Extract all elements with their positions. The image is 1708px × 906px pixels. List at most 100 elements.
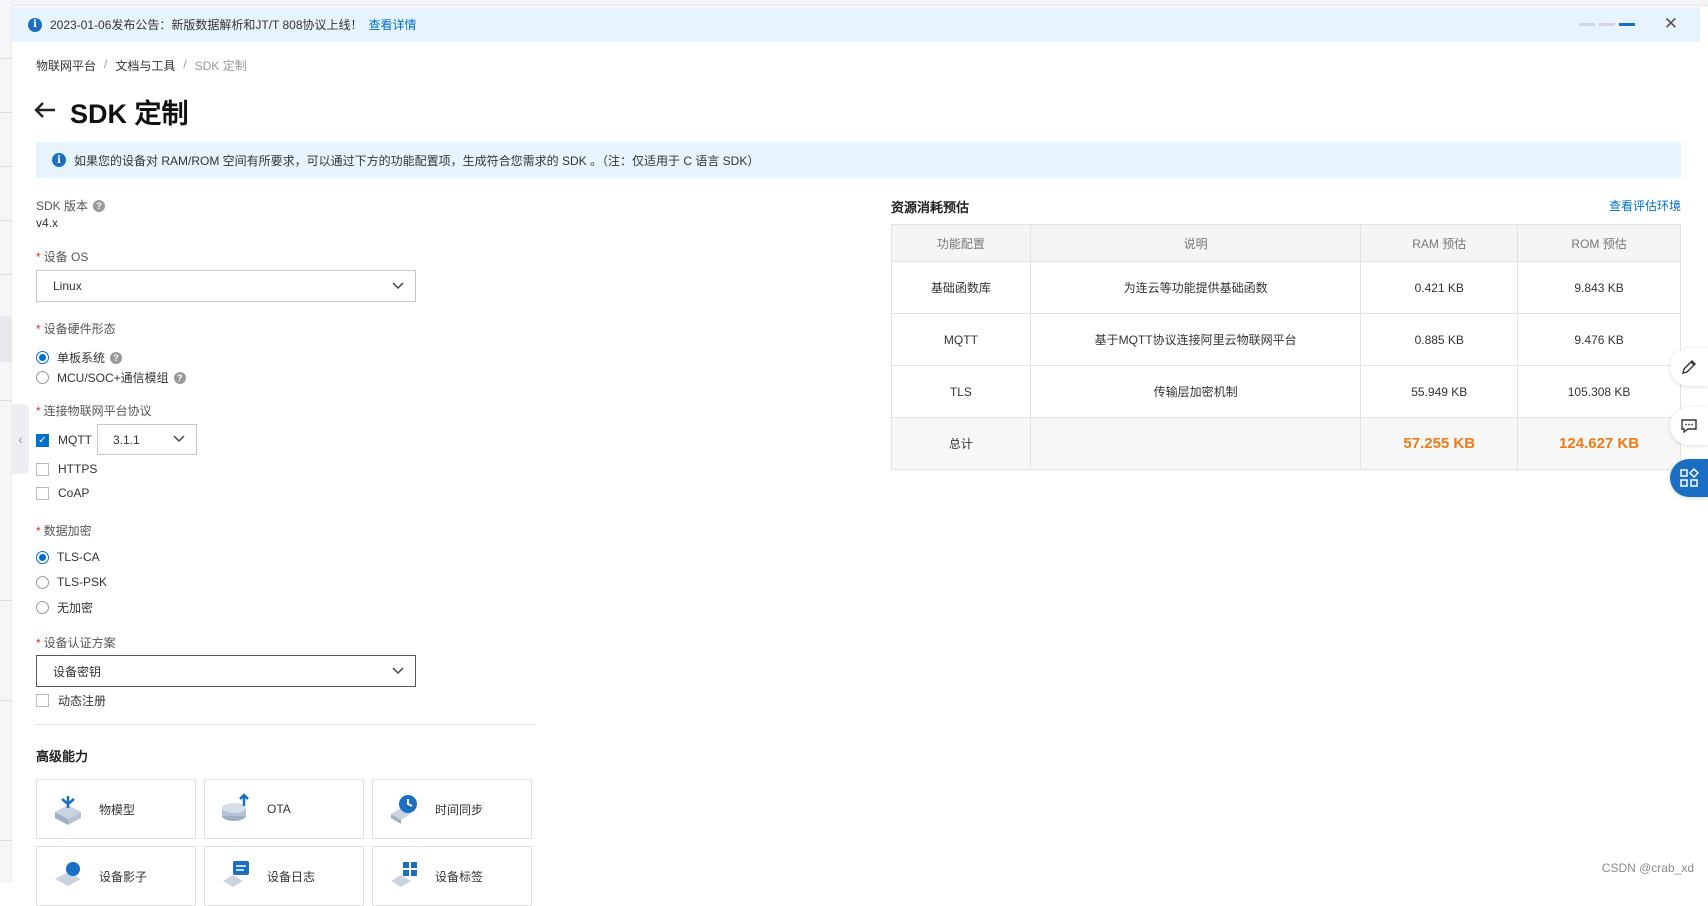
table-cell: 55.949 KB — [1360, 365, 1519, 418]
notice-text: 2023-01-06发布公告：新版数据解析和JT/T 808协议上线！ — [50, 18, 363, 32]
radio-label: 单板系统 — [57, 351, 106, 365]
protocol-https-checkbox[interactable]: HTTPS — [36, 462, 97, 476]
required-mark: * — [36, 249, 41, 264]
encrypt-option-tls-ca[interactable]: TLS-CA — [36, 550, 100, 564]
checkbox-unchecked[interactable] — [36, 486, 49, 500]
table-cell: 0.421 KB — [1360, 261, 1519, 314]
table-cell: 传输层加密机制 — [1029, 365, 1362, 418]
encrypt-option-tls-psk[interactable]: TLS-PSK — [36, 575, 107, 589]
card-device-shadow[interactable]: 设备影子 — [36, 846, 196, 906]
close-icon[interactable]: ✕ — [1664, 14, 1678, 34]
help-icon[interactable]: ? — [173, 371, 186, 384]
notice-page-dot[interactable] — [1579, 23, 1595, 26]
protocol-label: * 连接物联网平台协议 — [36, 402, 152, 419]
apps-icon[interactable] — [1670, 459, 1708, 497]
sdk-version-value: v4.x — [36, 216, 59, 230]
encrypt-label-text: 数据加密 — [43, 524, 92, 538]
rail-active-item[interactable] — [0, 316, 12, 362]
required-mark: * — [36, 403, 41, 418]
radio-unchecked[interactable] — [36, 575, 49, 589]
radio-label: MCU/SOC+通信模组 — [57, 371, 169, 385]
os-select-value: Linux — [53, 279, 82, 293]
breadcrumb-docs-tools[interactable]: 文档与工具 — [115, 57, 175, 74]
checkbox-label: MQTT — [58, 433, 92, 447]
chat-icon[interactable] — [1670, 407, 1708, 445]
column-header: 功能配置 — [891, 224, 1031, 262]
protocol-label-text: 连接物联网平台协议 — [43, 404, 152, 418]
edit-icon[interactable] — [1670, 348, 1708, 386]
rail-divider — [0, 166, 12, 167]
table-cell: 9.476 KB — [1517, 313, 1681, 366]
time-sync-icon — [391, 795, 417, 824]
hardware-option-single-board[interactable]: 单板系统 ? — [36, 349, 123, 366]
checkbox-label: 动态注册 — [58, 694, 107, 708]
tip-bar: i 如果您的设备对 RAM/ROM 空间有所要求，可以通过下方的功能配置项，生成… — [36, 142, 1681, 178]
checkbox-label: CoAP — [58, 486, 90, 500]
back-arrow-icon[interactable] — [34, 101, 64, 123]
left-rail — [0, 0, 12, 883]
card-ota[interactable]: OTA — [204, 779, 364, 839]
dynamic-register-checkbox[interactable]: 动态注册 — [36, 692, 106, 709]
card-device-tag[interactable]: 设备标签 — [372, 846, 532, 906]
notice-pager[interactable] — [1579, 23, 1635, 26]
radio-label: TLS-PSK — [57, 575, 108, 589]
breadcrumb: 物联网平台 / 文档与工具 / SDK 定制 — [36, 57, 247, 74]
required-mark: * — [36, 635, 41, 650]
rail-divider — [0, 112, 12, 113]
table-cell: TLS — [891, 365, 1031, 418]
protocol-coap-checkbox[interactable]: CoAP — [36, 486, 89, 500]
view-env-link[interactable]: 查看评估环境 — [1609, 197, 1681, 214]
table-cell: 基础函数库 — [891, 261, 1031, 314]
radio-label: 无加密 — [57, 601, 94, 615]
notice-page-dot-active[interactable] — [1619, 23, 1635, 26]
radio-unchecked[interactable] — [36, 371, 49, 384]
browser-top-edge — [0, 0, 1708, 6]
card-thing-model[interactable]: 物模型 — [36, 779, 196, 839]
info-icon: i — [52, 153, 66, 167]
checkbox-checked[interactable]: ✓ — [36, 433, 49, 447]
auth-select-value: 设备密钥 — [53, 664, 102, 679]
notice-details-link[interactable]: 查看详情 — [369, 16, 417, 33]
checkbox-unchecked[interactable] — [36, 462, 49, 476]
help-icon[interactable]: ? — [110, 351, 123, 364]
rail-divider — [0, 400, 12, 401]
notice-page-dot[interactable] — [1599, 23, 1615, 26]
card-label: 设备标签 — [435, 869, 484, 884]
table-header-row: 功能配置 说明 RAM 预估 ROM 预估 — [891, 224, 1681, 262]
protocol-mqtt-checkbox[interactable]: ✓ MQTT — [36, 433, 92, 447]
device-log-icon — [223, 861, 249, 887]
breadcrumb-separator: / — [183, 57, 187, 71]
required-mark: * — [36, 523, 41, 538]
card-time-sync[interactable]: 时间同步 — [372, 779, 532, 839]
hardware-option-mcu-soc[interactable]: MCU/SOC+通信模组 ? — [36, 369, 186, 386]
auth-select[interactable]: 设备密钥 — [36, 655, 416, 687]
mqtt-version-select[interactable]: 3.1.1 — [97, 424, 197, 455]
card-label: OTA — [267, 802, 291, 816]
help-icon[interactable]: ? — [93, 199, 106, 212]
card-device-log[interactable]: 设备日志 — [204, 846, 364, 906]
rail-divider — [0, 700, 12, 701]
tip-text: 如果您的设备对 RAM/ROM 空间有所要求，可以通过下方的功能配置项，生成符合… — [74, 153, 760, 168]
checkbox-unchecked[interactable] — [36, 694, 49, 707]
page-header: SDK 定制 — [34, 92, 189, 131]
rail-divider — [0, 58, 12, 59]
required-mark: * — [36, 321, 41, 336]
device-tag-icon — [391, 862, 417, 887]
collapse-icon[interactable]: ‹ — [12, 404, 29, 474]
card-label: 时间同步 — [435, 802, 484, 817]
os-label: * 设备 OS — [36, 248, 88, 265]
breadcrumb-iot-platform[interactable]: 物联网平台 — [36, 57, 96, 74]
radio-checked[interactable] — [36, 550, 49, 564]
rail-divider — [0, 220, 12, 221]
table-cell: 105.308 KB — [1517, 365, 1681, 418]
total-ram: 57.255 KB — [1360, 417, 1519, 470]
encrypt-option-none[interactable]: 无加密 — [36, 599, 93, 616]
hardware-label: * 设备硬件形态 — [36, 320, 116, 337]
table-cell: 9.843 KB — [1517, 261, 1681, 314]
page-title: SDK 定制 — [70, 99, 189, 129]
radio-unchecked[interactable] — [36, 601, 49, 614]
chevron-down-icon — [173, 435, 185, 443]
radio-checked[interactable] — [36, 351, 49, 364]
os-select[interactable]: Linux — [36, 270, 416, 302]
rail-divider — [0, 840, 12, 841]
